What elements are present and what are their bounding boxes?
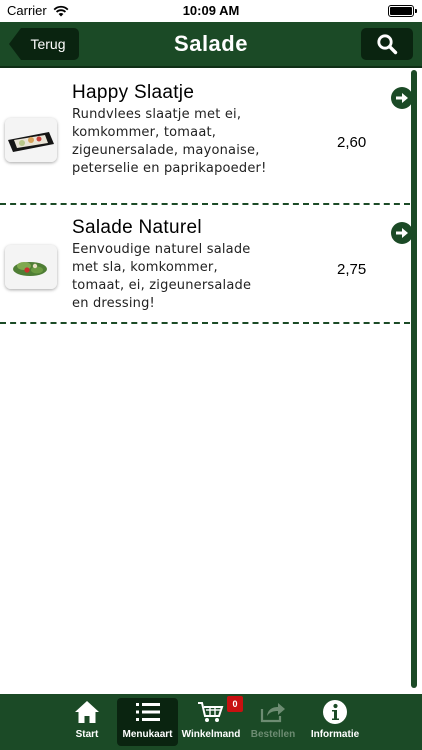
item-description: Eenvoudige naturel salade met sla, komko… — [72, 242, 252, 311]
product-image — [5, 245, 57, 289]
scrollbar[interactable] — [411, 70, 417, 688]
info-icon — [322, 698, 348, 726]
list-icon — [135, 698, 161, 726]
status-time: 10:09 AM — [182, 3, 240, 18]
list-item[interactable]: Happy Slaatje Rundvlees slaatje met ei, … — [0, 70, 413, 203]
arrow-right-icon — [396, 228, 408, 238]
tab-menukaart[interactable]: Menukaart — [117, 698, 178, 746]
cart-icon — [197, 698, 225, 726]
share-icon — [259, 698, 287, 726]
product-list[interactable]: Happy Slaatje Rundvlees slaatje met ei, … — [0, 70, 422, 694]
item-detail-button[interactable] — [391, 87, 413, 109]
status-bar: Carrier 10:09 AM — [0, 0, 422, 22]
tab-bestellen[interactable]: Bestellen — [247, 698, 299, 746]
nav-bar: Terug Salade — [0, 22, 422, 68]
search-button[interactable] — [361, 28, 413, 60]
cart-badge: 0 — [227, 696, 243, 712]
divider — [0, 322, 410, 324]
home-icon — [74, 698, 100, 726]
arrow-right-icon — [396, 93, 408, 103]
tab-label: Informatie — [310, 729, 360, 740]
item-description: Rundvlees slaatje met ei, komkommer, tom… — [72, 107, 267, 176]
tab-label: Menukaart — [122, 729, 173, 740]
item-title: Salade Naturel — [72, 217, 202, 238]
page-title: Salade — [174, 31, 248, 56]
item-price: 2,60 — [337, 134, 367, 151]
tab-informatie[interactable]: Informatie — [305, 698, 365, 746]
list-item[interactable]: Salade Naturel Eenvoudige naturel salade… — [0, 205, 413, 322]
item-title: Happy Slaatje — [72, 82, 195, 103]
tab-label: Bestellen — [250, 729, 296, 740]
product-image — [5, 118, 57, 162]
item-price: 2,75 — [337, 261, 367, 278]
battery-icon — [388, 5, 417, 17]
tab-label: Winkelmand — [181, 729, 241, 740]
tab-bar: Start Menukaart Winkelmand 0 Bestellen I… — [0, 694, 422, 750]
item-detail-button[interactable] — [391, 222, 413, 244]
tab-start[interactable]: Start — [64, 698, 110, 746]
tab-label: Start — [75, 729, 99, 740]
search-icon — [377, 34, 398, 55]
